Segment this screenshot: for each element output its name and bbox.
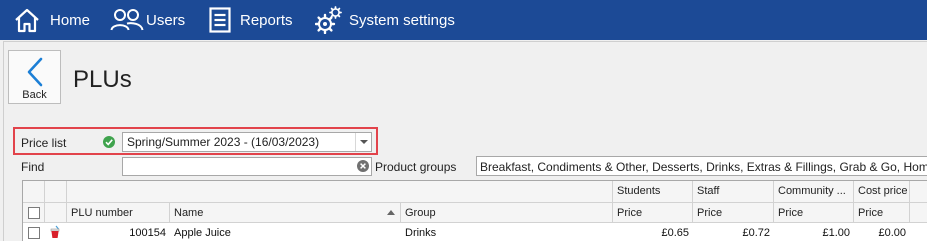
price-list-value: Spring/Summer 2023 - (16/03/2023) [127,135,320,149]
nav-system-settings[interactable]: System settings [315,0,455,40]
clear-icon[interactable] [357,160,369,172]
cell-community-price: £1.00 [822,227,850,239]
grid-header-blank [23,181,45,203]
row-checkbox[interactable] [28,227,40,239]
nav-home-label: Home [50,11,91,29]
nav-reports[interactable]: Reports [209,0,293,40]
product-groups-dropdown[interactable]: Breakfast, Condiments & Other, Desserts,… [476,156,927,176]
column-header-staff-price[interactable]: Price [693,203,774,223]
chevron-left-icon [27,57,43,87]
grid-header-blank [910,181,927,203]
product-groups-label: Product groups [375,160,457,174]
band-header-cost-price[interactable]: Cost price [854,181,910,203]
plu-grid: Students Staff Community ... Cost price … [22,180,927,241]
nav-users-label: Users [146,11,186,29]
users-icon [110,9,144,31]
cell-name: Apple Juice [174,227,231,239]
select-all-checkbox[interactable] [28,207,40,219]
chevron-down-icon[interactable] [355,133,371,151]
drink-icon [50,225,60,238]
cell-staff-price: £0.72 [742,227,770,239]
cell-cost-price: £0.00 [878,227,906,239]
column-header-cost-price[interactable]: Price [854,203,910,223]
column-header-students-price[interactable]: Price [613,203,693,223]
grid-header-blank [67,181,613,203]
nav-home[interactable]: Home [13,0,90,40]
nav-reports-label: Reports [240,11,293,29]
cell-group: Drinks [405,227,437,239]
nav-system-settings-label: System settings [349,11,455,29]
price-list-label: Price list [21,136,67,150]
band-header-staff[interactable]: Staff [693,181,774,203]
find-input[interactable] [122,157,372,176]
grid-header-blank [45,181,67,203]
nav-users[interactable]: Users [110,0,185,40]
grid-header-blank [910,203,927,223]
cell-plu-number: 100154 [129,227,166,239]
check-icon [103,136,115,148]
column-header-group[interactable]: Group [401,203,613,223]
reports-icon [209,7,231,33]
top-nav-bar: Home Users Reports System settings [0,0,927,40]
band-header-students[interactable]: Students [613,181,693,203]
sort-ascending-icon [387,210,395,215]
price-list-dropdown[interactable]: Spring/Summer 2023 - (16/03/2023) [122,132,372,152]
page-title: PLUs [73,66,132,93]
gears-icon [315,6,342,34]
cell-students-price: £0.65 [661,227,689,239]
icon-column-header [45,203,67,223]
back-button-label: Back [22,89,47,101]
band-header-community[interactable]: Community ... [774,181,854,203]
home-icon [15,8,39,33]
back-button[interactable]: Back [8,50,61,104]
column-header-name[interactable]: Name [170,203,401,223]
column-header-community-price[interactable]: Price [774,203,854,223]
column-header-plu-number[interactable]: PLU number [67,203,170,223]
find-label: Find [21,160,45,174]
